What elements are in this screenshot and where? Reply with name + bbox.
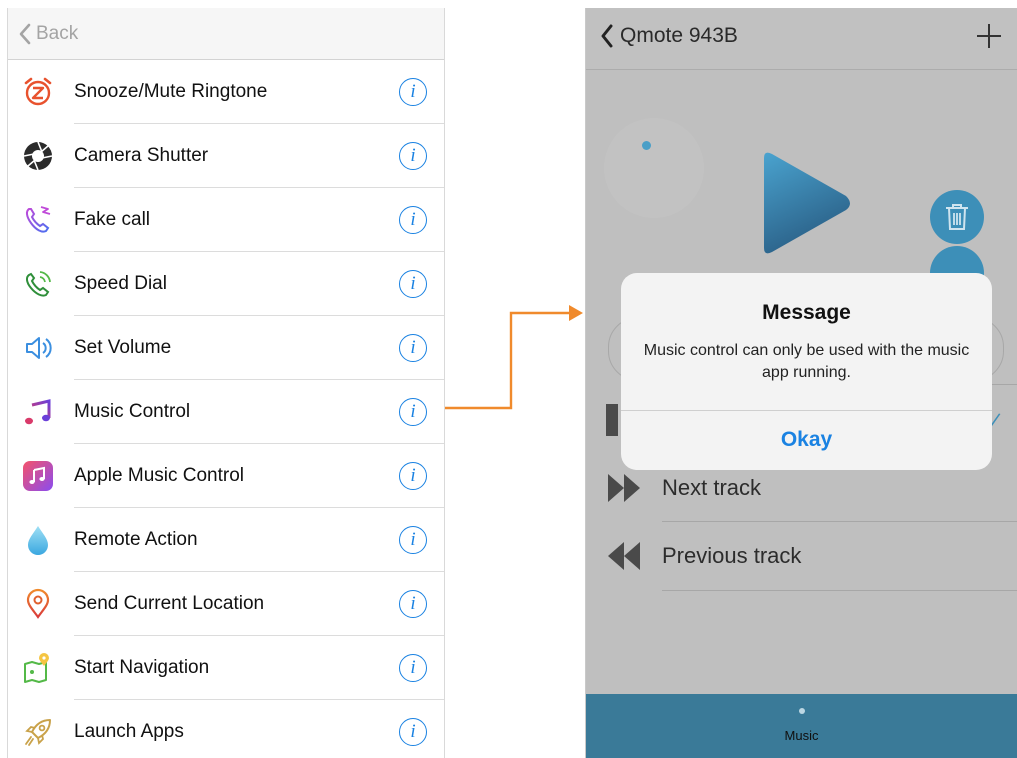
alert-title: Message: [762, 301, 851, 324]
apple-music-icon: [22, 460, 54, 492]
previous-track-label: Previous track: [662, 543, 802, 568]
list-item-music-control[interactable]: Music Control i: [8, 380, 444, 444]
list-item-label: Camera Shutter: [74, 145, 209, 166]
list-item-label: Apple Music Control: [74, 465, 245, 486]
list-item-label: Start Navigation: [74, 657, 210, 678]
list-item-camera-shutter[interactable]: Camera Shutter i: [8, 124, 444, 188]
rewind-icon: [608, 542, 640, 570]
info-icon[interactable]: i: [399, 526, 427, 554]
add-icon[interactable]: [975, 22, 1003, 50]
speed-dial-phone-icon: [22, 268, 54, 300]
back-label: Back: [36, 22, 79, 44]
delete-button[interactable]: [930, 190, 984, 244]
back-button[interactable]: Back: [18, 23, 78, 45]
info-icon[interactable]: i: [399, 590, 427, 618]
location-pin-icon: [22, 588, 54, 620]
info-icon[interactable]: i: [399, 78, 427, 106]
fast-forward-icon: [608, 474, 640, 502]
fake-call-phone-icon: [22, 204, 54, 236]
next-track-label: Next track: [662, 475, 762, 500]
navigation-bar: Qmote 943B: [586, 8, 1017, 70]
list-item-label: Snooze/Mute Ringtone: [74, 81, 268, 102]
decorative-circle: [604, 118, 704, 218]
tab-label: Music: [784, 728, 819, 743]
play-pause-row-icon: [606, 404, 618, 436]
action-list-screen: Back Snooze/Mute Ringtone i Camera Shutt…: [7, 8, 445, 758]
okay-button[interactable]: Okay: [621, 410, 992, 470]
list-item-label: Speed Dial: [74, 273, 167, 294]
back-button[interactable]: Qmote 943B: [600, 24, 738, 48]
info-icon[interactable]: i: [399, 270, 427, 298]
list-item-start-navigation[interactable]: Start Navigation i: [8, 636, 444, 700]
info-icon[interactable]: i: [399, 718, 427, 746]
list-item-label: Music Control: [74, 401, 191, 422]
trash-icon: [946, 204, 968, 230]
list-item-speed-dial[interactable]: Speed Dial i: [8, 252, 444, 316]
list-item-label: Send Current Location: [74, 593, 265, 614]
list-item-fake-call[interactable]: Fake call i: [8, 188, 444, 252]
list-item-label: Remote Action: [74, 529, 198, 550]
tab-music[interactable]: Music: [762, 708, 842, 743]
list-item-snooze-mute-ringtone[interactable]: Snooze/Mute Ringtone i: [8, 60, 444, 124]
map-navigation-icon: [22, 652, 54, 684]
divider: [662, 590, 1017, 591]
info-icon[interactable]: i: [399, 398, 427, 426]
list-item-launch-apps[interactable]: Launch Apps i: [8, 700, 444, 758]
tab-bar: Music: [586, 694, 1017, 758]
tab-indicator-dot: [798, 708, 805, 714]
info-icon[interactable]: i: [399, 142, 427, 170]
info-icon[interactable]: i: [399, 334, 427, 362]
rocket-icon: [22, 716, 54, 748]
alert-dialog: Message Music control can only be used w…: [621, 273, 992, 470]
list-item-label: Fake call: [74, 209, 151, 230]
device-title: Qmote 943B: [620, 24, 738, 47]
list-item-remote-action[interactable]: Remote Action i: [8, 508, 444, 572]
action-list: Snooze/Mute Ringtone i Camera Shutter i: [8, 60, 444, 758]
speaker-volume-icon: [22, 332, 54, 364]
info-icon[interactable]: i: [399, 462, 427, 490]
previous-track-row[interactable]: Previous track: [586, 522, 1017, 590]
list-item-label: Set Volume: [74, 337, 172, 358]
music-note-icon: [22, 396, 54, 428]
camera-aperture-icon: [22, 140, 54, 172]
navigation-bar: Back: [8, 8, 444, 60]
info-icon[interactable]: i: [399, 654, 427, 682]
alert-message: Music control can only be used with the …: [643, 342, 970, 381]
list-item-label: Launch Apps: [74, 721, 184, 742]
play-icon[interactable]: [758, 148, 854, 260]
list-item-send-current-location[interactable]: Send Current Location i: [8, 572, 444, 636]
status-dot: [642, 141, 651, 150]
chevron-left-icon: [601, 24, 613, 48]
alarm-clock-z-icon: [22, 76, 54, 108]
connector-arrow: [445, 305, 583, 410]
list-item-set-volume[interactable]: Set Volume i: [8, 316, 444, 380]
water-drop-icon: [22, 524, 54, 556]
list-item-apple-music-control[interactable]: Apple Music Control i: [8, 444, 444, 508]
info-icon[interactable]: i: [399, 206, 427, 234]
chevron-left-icon: [19, 23, 31, 44]
